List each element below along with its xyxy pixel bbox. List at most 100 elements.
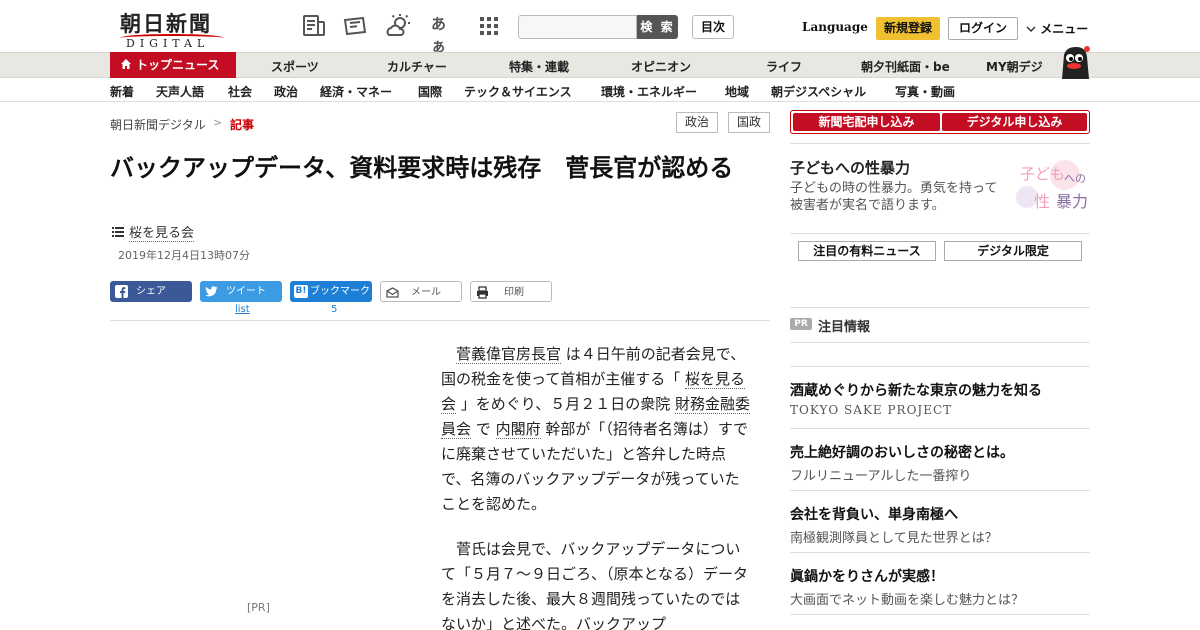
feature-image[interactable]: 子ども への 性 暴力 (1010, 160, 1092, 218)
printer-icon (477, 286, 488, 299)
tab-label: トップニュース (136, 58, 220, 72)
subnav-environment[interactable]: 環境・エネルギー (601, 83, 697, 100)
tab-sports[interactable]: スポーツ (271, 58, 319, 75)
feature-title[interactable]: 子どもへの性暴力 (790, 157, 910, 178)
subnav-tenseijingo[interactable]: 天声人語 (156, 83, 204, 100)
list-icon (112, 227, 124, 237)
subnav-latest[interactable]: 新着 (110, 83, 134, 100)
menu-label: メニュー (1040, 22, 1089, 36)
subnav-tech-science[interactable]: テック＆サイエンス (464, 83, 572, 100)
subnav-society[interactable]: 社会 (228, 83, 252, 100)
toc-button[interactable]: 目次 (692, 15, 734, 39)
divider (790, 143, 1090, 144)
twitter-icon (205, 286, 218, 297)
hatena-bookmark-icon: B! (294, 285, 308, 298)
logo-digital: DIGITAL (126, 37, 210, 50)
keyword-link[interactable]: 菅義偉官房長官 (456, 345, 562, 364)
facebook-share-button[interactable]: シェア (110, 281, 192, 302)
subnav-international[interactable]: 国際 (418, 83, 442, 100)
top-header: 朝日新聞 DIGITAL あぁ 検 索 目次 Language 新規登録 ログイ… (0, 0, 1200, 55)
tweet-label: ツイート (226, 286, 266, 297)
text: 」をめぐり、５月２１日の衆院 (460, 395, 671, 413)
pr-item-title[interactable]: 眞鍋かをりさんが実感！ (790, 566, 944, 586)
breadcrumb-separator: > (213, 116, 223, 129)
chevron-down-icon (1026, 26, 1036, 33)
feature-image-text: への (1064, 172, 1086, 185)
category-bar: トップニュース スポーツ カルチャー 特集・連載 オピニオン ライフ 朝夕刊紙面… (0, 46, 1200, 79)
breadcrumb-home[interactable]: 朝日新聞デジタル (110, 116, 206, 133)
subnav-politics[interactable]: 政治 (274, 83, 298, 100)
tab-my-asadigi[interactable]: MY朝デジ (986, 58, 1043, 75)
tab-life[interactable]: ライフ (766, 58, 802, 75)
font-size-icon[interactable]: あぁ (431, 13, 457, 55)
publish-date: 2019年12月4日13時07分 (118, 249, 250, 262)
pr-item-subtitle: TOKYO SAKE PROJECT (790, 403, 953, 417)
home-icon (121, 59, 131, 69)
article-headline: バックアップデータ、資料要求時は残存 菅長官が認める (110, 154, 734, 182)
weather-icon[interactable] (386, 13, 412, 39)
pr-heading: 注目情報 (818, 320, 871, 335)
newspaper-icon[interactable] (342, 13, 368, 39)
article-body: 菅義偉官房長官 は４日午前の記者会見で、国の税金を使って首相が主催する「 桜を見… (441, 342, 751, 630)
feature-image-text: 性 (1034, 192, 1051, 211)
divider (790, 366, 1090, 367)
tab-culture[interactable]: カルチャー (387, 58, 447, 75)
subnav-photo-video[interactable]: 写真・動画 (895, 83, 955, 100)
series-label: 桜を見る会 (129, 226, 195, 242)
pr-item-title[interactable]: 売上絶好調のおいしさの秘密とは。 (790, 442, 1014, 462)
subnav-economy[interactable]: 経済・マネー (320, 83, 392, 100)
subnav-special[interactable]: 朝デジスペシャル (771, 83, 866, 100)
subnav-regional[interactable]: 地域 (725, 83, 749, 100)
newspaper-delivery-button[interactable]: 新聞宅配申し込み (793, 113, 940, 131)
divider (790, 307, 1090, 308)
print-label: 印刷 (504, 287, 524, 298)
tweet-button[interactable]: ツイート (200, 281, 282, 302)
menu-button[interactable]: メニュー (1026, 20, 1088, 37)
facebook-icon (115, 285, 128, 298)
news-list-icon[interactable] (301, 13, 327, 39)
feature-image-text: 子ども (1020, 165, 1066, 183)
language-link[interactable]: Language (802, 20, 868, 34)
paragraph: 菅義偉官房長官 は４日午前の記者会見で、国の税金を使って首相が主催する「 桜を見… (441, 342, 751, 517)
divider (790, 428, 1090, 429)
hatena-count[interactable]: 5 (331, 304, 337, 315)
apps-grid-icon[interactable] (477, 13, 503, 39)
tab-paid-news[interactable]: 注目の有料ニュース (798, 241, 936, 261)
divider (110, 320, 770, 321)
digital-subscribe-button[interactable]: デジタル申し込み (942, 113, 1087, 131)
feature-image-text: 暴力 (1056, 192, 1089, 211)
divider (790, 342, 1090, 343)
tab-digital-only[interactable]: デジタル限定 (944, 241, 1082, 261)
asahi-digital-logo[interactable]: 朝日新聞 DIGITAL (112, 8, 232, 50)
pr-item-subtitle: 南極観測隊員として見た世界とは？ (790, 531, 998, 546)
hatena-bookmark-button[interactable]: B! ブックマーク (290, 281, 372, 302)
tab-newspaper-be[interactable]: 朝夕刊紙面・be (861, 58, 950, 75)
pr-item-title[interactable]: 会社を背負い、単身南極へ (790, 504, 958, 524)
search-button[interactable]: 検 索 (637, 15, 678, 39)
login-button[interactable]: ログイン (948, 17, 1018, 40)
tab-features[interactable]: 特集・連載 (509, 58, 569, 75)
mail-share-button[interactable]: メール (380, 281, 462, 302)
mail-icon (386, 287, 399, 298)
register-button[interactable]: 新規登録 (876, 17, 940, 40)
mail-label: メール (411, 287, 441, 298)
tweet-count-link[interactable]: list (235, 304, 250, 315)
text: で (475, 420, 491, 438)
divider (790, 490, 1090, 491)
tag-national-politics[interactable]: 国政 (728, 112, 770, 133)
ad-pr-label: [PR] (247, 601, 270, 614)
series-link[interactable]: 桜を見る会 (112, 222, 195, 242)
divider (790, 552, 1090, 553)
tag-politics[interactable]: 政治 (676, 112, 718, 133)
tab-opinion[interactable]: オピニオン (631, 58, 691, 75)
paragraph: 菅氏は会見で、バックアップデータについて「５月７～９日ごろ、（原本となる）データ… (441, 540, 749, 630)
subscription-bar: 新聞宅配申し込み デジタル申し込み (790, 110, 1090, 134)
pr-item-title[interactable]: 酒蔵めぐりから新たな東京の魅力を知る (790, 380, 1042, 400)
mascot-icon[interactable] (1054, 45, 1092, 79)
feature-description: 子どもの時の性暴力。勇気を持って被害者が実名で語ります。 (790, 181, 998, 213)
tab-top-news[interactable]: トップニュース (110, 52, 236, 78)
search-input[interactable] (518, 15, 637, 39)
keyword-link[interactable]: 内閣府 (495, 420, 541, 439)
print-button[interactable]: 印刷 (470, 281, 552, 302)
divider (790, 233, 1090, 234)
